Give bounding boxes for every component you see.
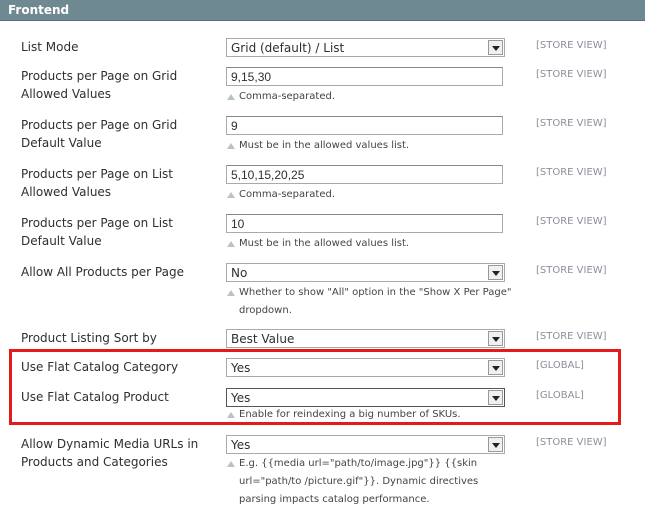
allow-all-products-select[interactable]: No [226,263,505,282]
scope-grid-allowed-values: [STORE VIEW] [536,69,607,80]
label-grid-default-value: Products per Page on Grid Default Value [21,118,178,150]
scope-list-allowed-values: [STORE VIEW] [536,167,607,178]
label-allow-all-products: Allow All Products per Page [21,265,184,279]
label-dynamic-media-urls: Allow Dynamic Media URLs in Products and… [21,437,199,469]
list-mode-select[interactable]: Grid (default) / List [226,38,505,57]
grid-default-value-input[interactable] [226,116,503,135]
product-listing-sort-select[interactable]: Best Value [226,329,505,348]
chevron-down-icon [488,40,503,55]
chevron-down-icon [488,265,503,280]
note-triangle-icon [227,461,235,467]
label-grid-allowed-values: Products per Page on Grid Allowed Values [21,69,178,101]
scope-list-default-value: [STORE VIEW] [536,216,607,227]
list-default-value-input[interactable] [226,214,503,233]
note-triangle-icon [227,241,235,247]
note-triangle-icon [227,290,235,296]
note-allow-all-products: Whether to show "All" option in the "Sho… [239,287,512,316]
section-header-frontend[interactable]: Frontend [0,0,645,21]
note-list-default-value: Must be in the allowed values list. [239,238,410,249]
allow-all-products-value: No [231,266,248,280]
label-list-allowed-values: Products per Page on List Allowed Values [21,167,173,199]
dynamic-media-urls-select[interactable]: Yes [226,435,505,454]
section-title: Frontend [8,3,70,17]
highlight-box [9,349,621,425]
label-list-default-value: Products per Page on List Default Value [21,216,173,248]
note-grid-allowed-values: Comma-separated. [239,91,335,102]
note-triangle-icon [227,94,235,100]
note-dynamic-media-urls: E.g. {{media url="path/to/image.jpg"}} {… [239,458,479,505]
scope-product-listing-sort: [STORE VIEW] [536,331,607,342]
list-allowed-values-input[interactable] [226,165,503,184]
chevron-down-icon [488,331,503,346]
dynamic-media-urls-value: Yes [231,438,251,452]
note-triangle-icon [227,192,235,198]
chevron-down-icon [488,437,503,452]
note-triangle-icon [227,143,235,149]
grid-allowed-values-input[interactable] [226,67,503,86]
scope-dynamic-media-urls: [STORE VIEW] [536,437,607,448]
scope-list-mode: [STORE VIEW] [536,40,607,51]
note-grid-default-value: Must be in the allowed values list. [239,140,410,151]
scope-grid-default-value: [STORE VIEW] [536,118,607,129]
product-listing-sort-value: Best Value [231,332,295,346]
scope-allow-all-products: [STORE VIEW] [536,265,607,276]
label-product-listing-sort: Product Listing Sort by [21,331,157,345]
list-mode-value: Grid (default) / List [231,41,345,55]
label-list-mode: List Mode [21,40,79,54]
note-list-allowed-values: Comma-separated. [239,189,335,200]
